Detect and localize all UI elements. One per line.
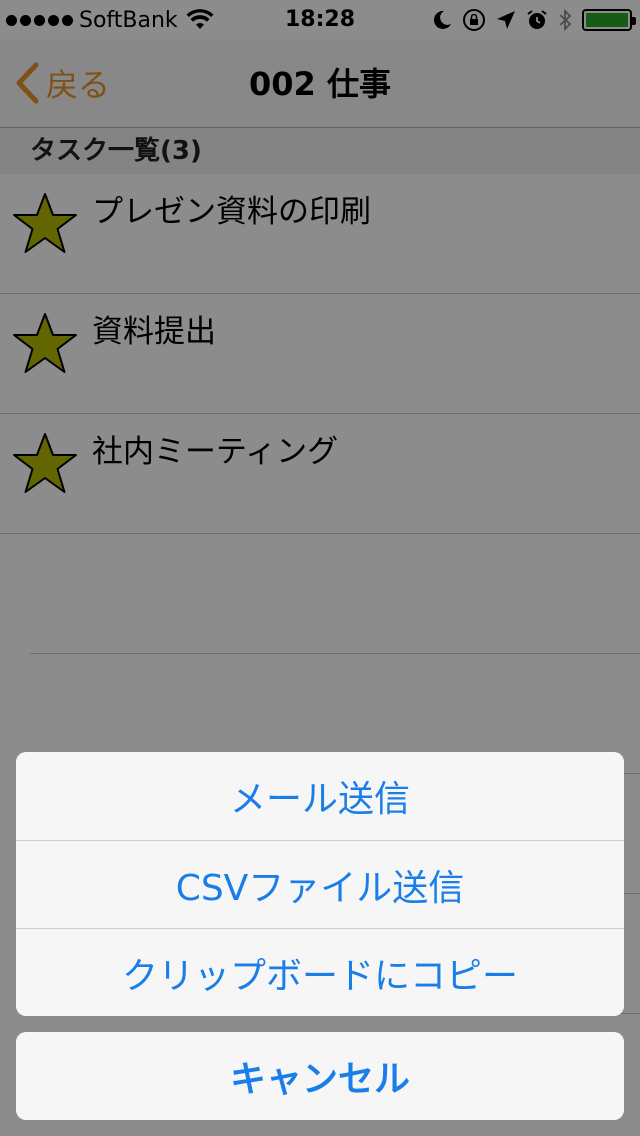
cancel-button[interactable]: キャンセル [16,1032,624,1120]
send-mail-button[interactable]: メール送信 [16,752,624,840]
send-csv-button[interactable]: CSVファイル送信 [16,840,624,928]
action-sheet: メール送信 CSVファイル送信 クリップボードにコピー [16,752,624,1016]
action-sheet-cancel-group: キャンセル [16,1032,624,1120]
copy-clipboard-button[interactable]: クリップボードにコピー [16,928,624,1016]
